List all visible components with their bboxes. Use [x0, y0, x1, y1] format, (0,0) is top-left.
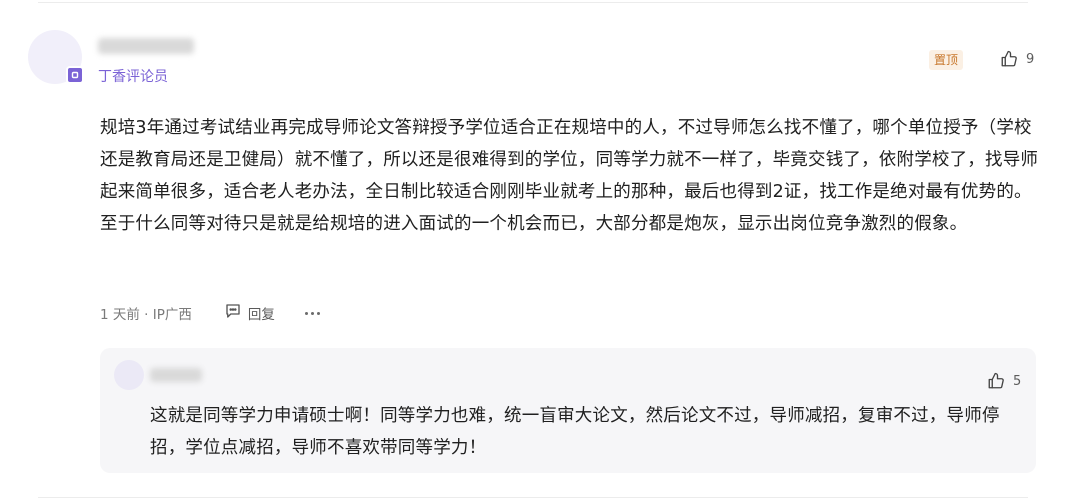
- bottom-divider: [38, 497, 1028, 498]
- more-icon[interactable]: [304, 305, 320, 321]
- top-divider: [38, 2, 1028, 3]
- comment-time: 1 天前 · IP广西: [100, 307, 192, 323]
- pinned-badge: 置顶: [929, 50, 964, 70]
- reply-button[interactable]: 回复: [224, 302, 275, 324]
- thumbs-up-icon: [987, 372, 1005, 390]
- like-count: 9: [1026, 51, 1035, 67]
- reply-label: 回复: [247, 307, 275, 323]
- reply-card: 5 这就是同等学力申请硕士啊！同等学力也难，统一盲审大论文，然后论文不过，导师减…: [100, 348, 1036, 473]
- reply-username-blurred[interactable]: [150, 368, 202, 382]
- reply-like-count: 5: [1013, 373, 1022, 389]
- reply-text: 这就是同等学力申请硕士啊！同等学力也难，统一盲审大论文，然后论文不过，导师减招，…: [150, 406, 1000, 458]
- reply-user-avatar[interactable]: [114, 360, 144, 390]
- username-blurred[interactable]: [98, 38, 194, 54]
- thumbs-up-icon: [1000, 50, 1018, 68]
- comment-text: 规培3年通过考试结业再完成导师论文答辩授予学位适合正在规培中的人，不过导师怎么找…: [100, 118, 1039, 234]
- comment-icon: [224, 302, 242, 324]
- badge-icon: [66, 66, 84, 84]
- like-button[interactable]: 9: [1000, 50, 1034, 68]
- user-role: 丁香评论员: [98, 69, 168, 85]
- reply-like-button[interactable]: 5: [987, 372, 1021, 390]
- comment-meta: 1 天前 · IP广西 回复: [100, 302, 320, 324]
